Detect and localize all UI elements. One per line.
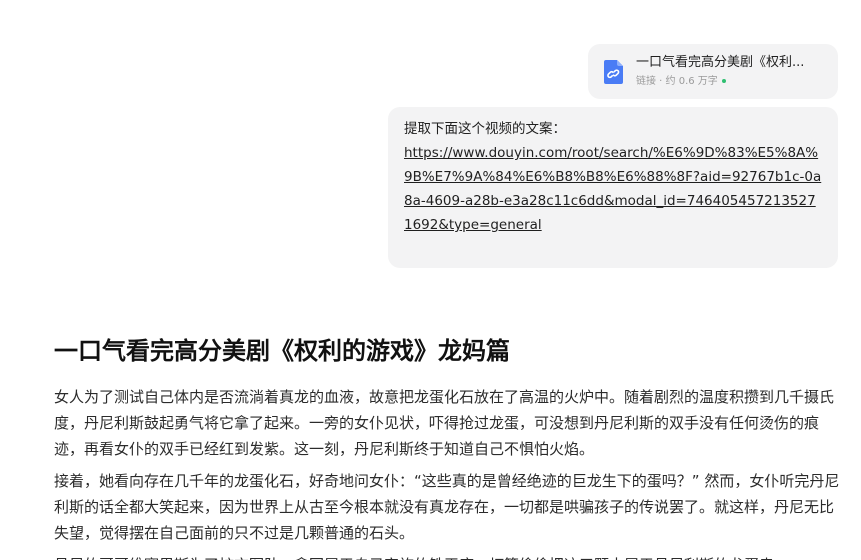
answer-body: 女人为了测试自己体内是否流淌着真龙的血液，故意把龙蛋化石放在了高温的火炉中。随着… [54, 384, 844, 560]
answer-paragraph: 女人为了测试自己体内是否流淌着真龙的血液，故意把龙蛋化石放在了高温的火炉中。随着… [54, 388, 835, 458]
answer-paragraph: 丹尼的哥哥维赛里斯为了扩充军队，拿回属于自己家族的铁王座，打算偷偷把这三颗本属于… [54, 552, 844, 560]
attachment-title: 一口气看完高分美剧《权利... [636, 55, 805, 70]
attachment-meta-text: 链接 · 约 0.6 万字 [636, 76, 718, 87]
attachment-meta: 链接 · 约 0.6 万字 [636, 75, 804, 89]
video-link[interactable]: https://www.douyin.com/root/search/%E6%9… [404, 141, 824, 237]
user-message-bubble: 提取下面这个视频的文案： https://www.douyin.com/root… [388, 107, 838, 268]
attachment-text: 一口气看完高分美剧《权利... 链接 · 约 0.6 万字 [636, 54, 804, 89]
status-dot-icon [721, 79, 726, 83]
answer-paragraph: 接着，她看向存在几千年的龙蛋化石，好奇地问女仆：“这些真的是曾经绝迹的巨龙生下的… [54, 472, 840, 542]
user-message-prompt: 提取下面这个视频的文案： [404, 121, 566, 137]
link-file-icon [604, 59, 623, 84]
answer-title: 一口气看完高分美剧《权利的游戏》龙妈篇 [54, 337, 510, 365]
chat-page: 一口气看完高分美剧《权利... 链接 · 约 0.6 万字 提取下面这个视频的文… [0, 0, 861, 560]
link-attachment-card[interactable]: 一口气看完高分美剧《权利... 链接 · 约 0.6 万字 [588, 44, 838, 99]
